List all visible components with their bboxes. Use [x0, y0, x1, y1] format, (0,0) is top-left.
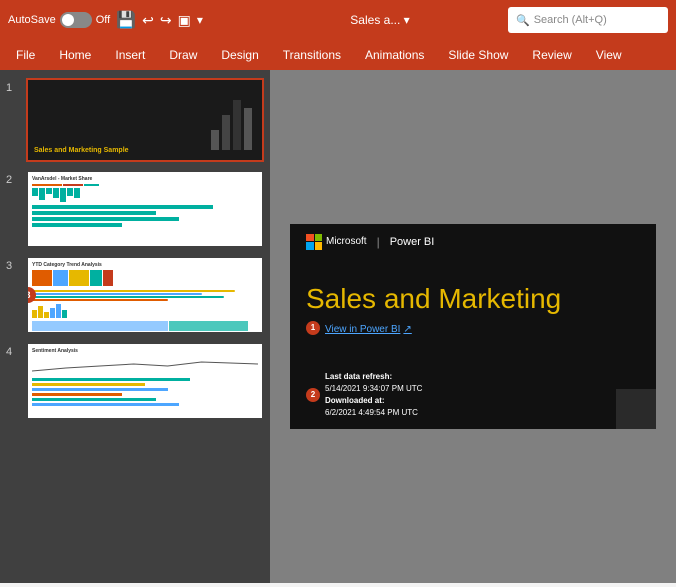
powerbi-label: Power BI: [390, 236, 435, 248]
downloaded-value: 6/2/2021 4:49:54 PM UTC: [325, 407, 422, 419]
dark-corner: [616, 389, 656, 429]
filename-dropdown[interactable]: ▾: [404, 13, 410, 27]
tab-animations[interactable]: Animations: [353, 40, 436, 70]
slide-number-4: 4: [6, 346, 20, 358]
ms-label: Microsoft: [326, 236, 367, 247]
autosave-label: AutoSave: [8, 14, 56, 26]
save-icon[interactable]: 💾: [116, 10, 136, 30]
search-icon: 🔍: [516, 14, 530, 27]
thumb-1-bars: [211, 100, 252, 150]
undo-icon[interactable]: ↩: [142, 12, 154, 29]
refresh-label: Last data refresh:: [325, 372, 392, 381]
dropdown-icon[interactable]: ▾: [197, 13, 203, 27]
redo-icon[interactable]: ↪: [160, 12, 172, 29]
thumb-3-lines: [32, 290, 258, 301]
slide-number-1: 1: [6, 82, 20, 94]
slide-number-2: 2: [6, 174, 20, 186]
thumb-2-chart: [32, 184, 258, 186]
thumb-3-barchart: [32, 304, 258, 318]
ms-separator: |: [377, 235, 380, 249]
thumb-2-hbars: [32, 205, 258, 227]
slide-badge-2: 2: [306, 388, 320, 402]
slide-link-text: View in Power BI: [325, 324, 400, 335]
filename-label: Sales a...: [350, 13, 400, 27]
autosave-knob: [62, 14, 74, 26]
slide-item-3[interactable]: 3 3 YTD Category Trend Analysis: [6, 256, 264, 334]
tab-view[interactable]: View: [584, 40, 634, 70]
ribbon-tabs: File Home Insert Draw Design Transitions…: [0, 40, 676, 70]
thumb-1-title: Sales and Marketing Sample: [34, 147, 129, 154]
autosave-toggle[interactable]: [60, 12, 92, 28]
slide-top-bar: Microsoft | Power BI: [290, 224, 656, 260]
main-area: 1 Sales and Marketing Sample 2 VanAr: [0, 70, 676, 583]
tab-insert[interactable]: Insert: [103, 40, 157, 70]
tab-transitions[interactable]: Transitions: [271, 40, 353, 70]
thumb-3-colorblocks: [32, 270, 258, 286]
slide-canvas: Microsoft | Power BI Sales and Marketing…: [290, 224, 656, 430]
thumb-2-bars: [32, 188, 258, 202]
slide-view: Microsoft | Power BI Sales and Marketing…: [270, 70, 676, 583]
slide-thumb-2[interactable]: VanArsdel - Market Share: [26, 170, 264, 248]
slide-item-2[interactable]: 2 VanArsdel - Market Share: [6, 170, 264, 248]
ms-logo: Microsoft: [306, 234, 367, 250]
refresh-value: 5/14/2021 9:34:07 PM UTC: [325, 383, 422, 395]
tab-file[interactable]: File: [4, 40, 47, 70]
slide-main-title: Sales and Marketing: [306, 284, 640, 315]
title-bar: AutoSave Off 💾 ↩ ↪ ▣ ▾ Sales a... ▾ 🔍 Se…: [0, 0, 676, 40]
downloaded-label: Downloaded at:: [325, 396, 385, 405]
slide-badge-1: 1: [306, 321, 320, 335]
thumb-4-line: [32, 356, 258, 376]
ms-squares-icon: [306, 234, 322, 250]
present-icon[interactable]: ▣: [178, 12, 191, 29]
title-bar-left: AutoSave Off 💾 ↩ ↪ ▣ ▾: [8, 10, 252, 30]
thumb-2-header: VanArsdel - Market Share: [32, 176, 258, 182]
slide-view-link[interactable]: View in Power BI ↗: [325, 324, 412, 335]
autosave-state: Off: [96, 14, 110, 26]
slide-title-area: Sales and Marketing 1 View in Power BI ↗: [290, 260, 656, 364]
search-placeholder: Search (Alt+Q): [534, 14, 607, 26]
external-link-icon: ↗: [403, 324, 411, 335]
slide-thumb-3[interactable]: 3 YTD Category Trend Analysis: [26, 256, 264, 334]
thumb-3-header: YTD Category Trend Analysis: [32, 262, 258, 268]
title-center: Sales a... ▾: [258, 13, 502, 27]
slide-data-info: 2 Last data refresh: 5/14/2021 9:34:07 P…: [290, 363, 656, 429]
slide-item-1[interactable]: 1 Sales and Marketing Sample: [6, 78, 264, 162]
tab-home[interactable]: Home: [47, 40, 103, 70]
slide-number-3: 3: [6, 260, 20, 272]
tab-review[interactable]: Review: [520, 40, 583, 70]
slide-badge2-row: 2 Last data refresh: 5/14/2021 9:34:07 P…: [306, 371, 640, 419]
thumb-3-map: [32, 321, 258, 331]
slide-link-row: 1 View in Power BI ↗: [306, 320, 640, 335]
slide-thumb-4[interactable]: Sentiment Analysis: [26, 342, 264, 420]
thumb-4-gantt: [32, 378, 258, 406]
slide-panel: 1 Sales and Marketing Sample 2 VanAr: [0, 70, 270, 583]
autosave-group: AutoSave Off: [8, 12, 110, 28]
thumb-4-header: Sentiment Analysis: [32, 348, 258, 354]
search-box[interactable]: 🔍 Search (Alt+Q): [508, 7, 668, 33]
slide-thumb-1[interactable]: Sales and Marketing Sample: [26, 78, 264, 162]
slide-data-text: Last data refresh: 5/14/2021 9:34:07 PM …: [325, 371, 422, 419]
tab-design[interactable]: Design: [209, 40, 270, 70]
slide-item-4[interactable]: 4 Sentiment Analysis: [6, 342, 264, 420]
tab-draw[interactable]: Draw: [157, 40, 209, 70]
tab-slideshow[interactable]: Slide Show: [436, 40, 520, 70]
